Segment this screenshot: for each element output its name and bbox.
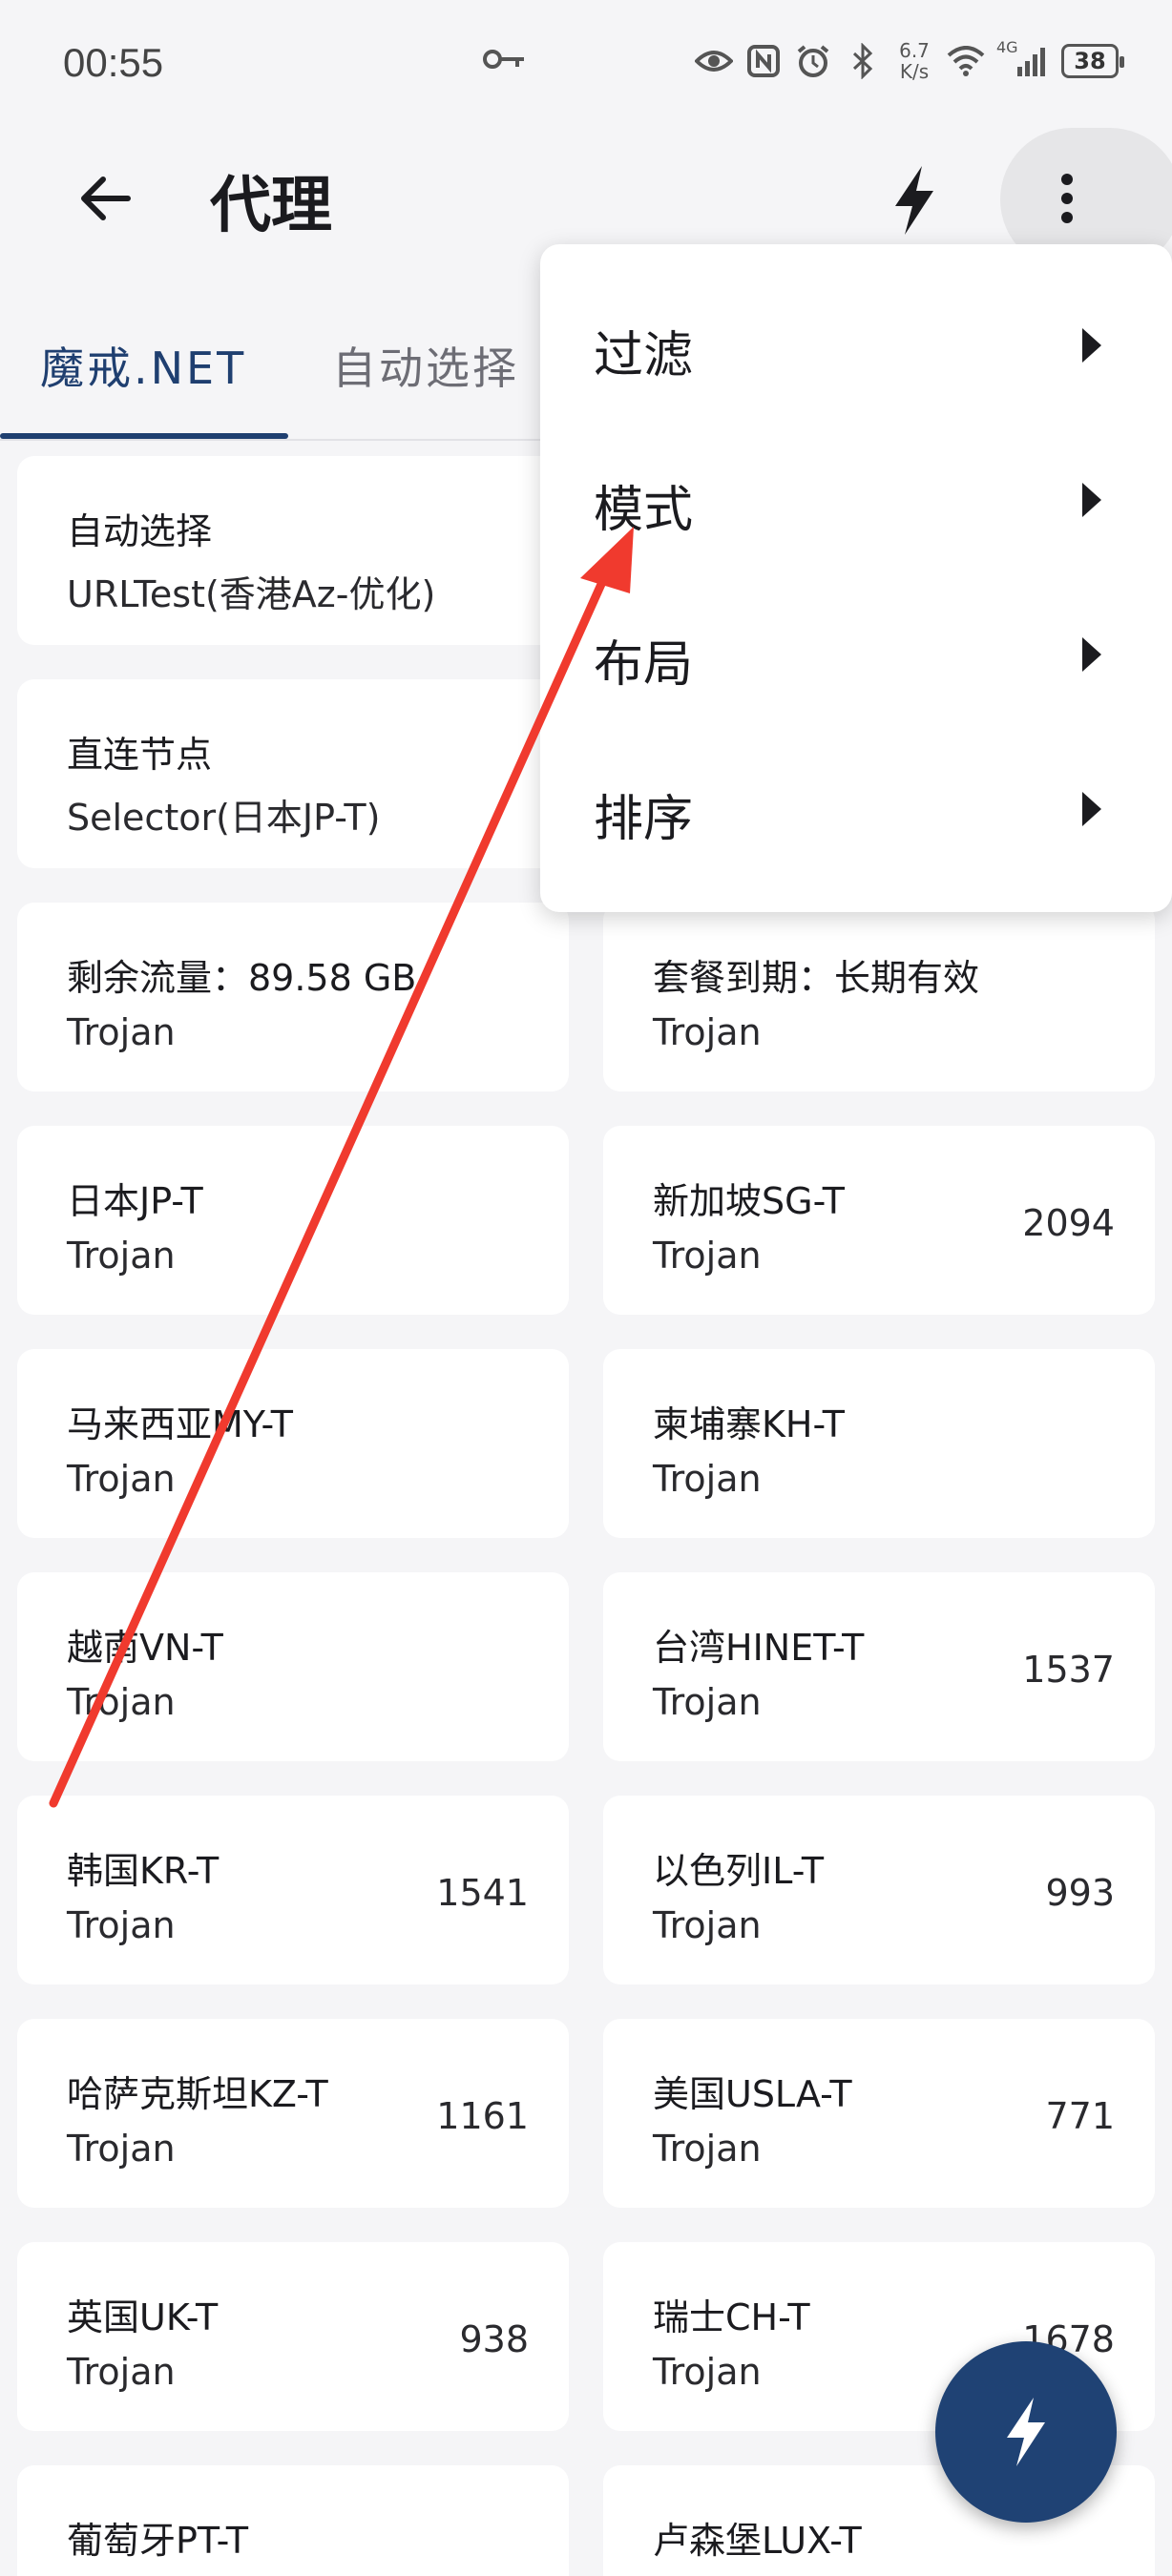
submenu-arrow-icon	[1082, 483, 1101, 517]
proxy-name: 套餐到期：长期有效	[653, 957, 980, 999]
proxy-card[interactable]: 韩国KR-T Trojan 1541	[17, 1796, 569, 1984]
proxy-name: 以色列IL-T	[653, 1850, 825, 1892]
proxy-card[interactable]: 新加坡SG-T Trojan 2094	[603, 1126, 1155, 1315]
test-delay-fab[interactable]	[935, 2341, 1117, 2523]
proxy-name: 新加坡SG-T	[653, 1180, 846, 1222]
proxy-name: 卢森堡LUX-T	[653, 2520, 862, 2562]
proxy-name: 哈萨克斯坦KZ-T	[67, 2073, 328, 2115]
proxy-type: Trojan	[653, 2351, 762, 2393]
proxy-delay: 1161	[436, 2095, 529, 2137]
proxy-type: Trojan	[67, 1904, 176, 1946]
proxy-delay: 1541	[436, 1872, 529, 1914]
proxy-name: 韩国KR-T	[67, 1850, 220, 1892]
proxy-name: 美国USLA-T	[653, 2073, 852, 2115]
menu-item-sort[interactable]: 排序	[540, 727, 1172, 882]
proxy-name: 英国UK-T	[67, 2296, 219, 2338]
proxy-type: Selector(日本JP-T)	[67, 797, 381, 839]
proxy-delay: 1537	[1022, 1649, 1115, 1691]
proxy-type: Trojan	[67, 2128, 176, 2170]
proxy-card[interactable]: 马来西亚MY-T Trojan	[17, 1349, 569, 1538]
menu-item-label: 布局	[594, 636, 694, 694]
submenu-arrow-icon	[1082, 637, 1101, 672]
menu-item-mode[interactable]: 模式	[540, 418, 1172, 572]
proxy-name: 直连节点	[67, 734, 213, 776]
proxy-name: 马来西亚MY-T	[67, 1403, 293, 1445]
proxy-name: 台湾HINET-T	[653, 1627, 865, 1669]
proxy-card[interactable]: 以色列IL-T Trojan 993	[603, 1796, 1155, 1984]
proxy-type: Trojan	[67, 1458, 176, 1500]
proxy-card[interactable]: 柬埔寨KH-T Trojan	[603, 1349, 1155, 1538]
menu-item-filter[interactable]: 过滤	[540, 263, 1172, 418]
proxy-name: 柬埔寨KH-T	[653, 1403, 845, 1445]
proxy-name: 瑞士CH-T	[653, 2296, 810, 2338]
proxy-card[interactable]: 直连节点 Selector(日本JP-T)	[17, 679, 569, 868]
proxy-name: 越南VN-T	[67, 1627, 223, 1669]
proxy-type: Trojan	[67, 2351, 176, 2393]
proxy-card[interactable]: 台湾HINET-T Trojan 1537	[603, 1572, 1155, 1761]
proxy-type: Trojan	[653, 2128, 762, 2170]
proxy-type: Trojan	[653, 1235, 762, 1277]
proxy-card[interactable]: 日本JP-T Trojan	[17, 1126, 569, 1315]
proxy-name: 剩余流量：89.58 GB	[67, 957, 417, 999]
proxy-type: Trojan	[67, 1681, 176, 1723]
submenu-arrow-icon	[1082, 328, 1101, 363]
menu-item-label: 模式	[594, 482, 694, 539]
proxy-type: URLTest(香港Az-优化)	[67, 573, 436, 615]
proxy-delay: 2094	[1022, 1202, 1115, 1244]
submenu-arrow-icon	[1082, 792, 1101, 826]
proxy-type: Trojan	[67, 1235, 176, 1277]
proxy-card[interactable]: 剩余流量：89.58 GB Trojan	[17, 903, 569, 1091]
menu-item-layout[interactable]: 布局	[540, 572, 1172, 727]
proxy-name: 日本JP-T	[67, 1180, 203, 1222]
proxy-name: 自动选择	[67, 510, 213, 552]
proxy-card[interactable]: 自动选择 URLTest(香港Az-优化)	[17, 456, 569, 645]
proxy-card[interactable]: 美国USLA-T Trojan 771	[603, 2019, 1155, 2208]
proxy-card[interactable]: 葡萄牙PT-T	[17, 2465, 569, 2576]
proxy-type: Trojan	[653, 1458, 762, 1500]
proxy-type: Trojan	[653, 1011, 762, 1053]
proxy-type: Trojan	[67, 1011, 176, 1053]
proxy-type: Trojan	[653, 1904, 762, 1946]
menu-item-label: 过滤	[594, 327, 694, 384]
bolt-icon	[1007, 2398, 1045, 2466]
proxy-delay: 993	[1045, 1872, 1115, 1914]
proxy-card[interactable]: 哈萨克斯坦KZ-T Trojan 1161	[17, 2019, 569, 2208]
proxy-card[interactable]: 英国UK-T Trojan 938	[17, 2242, 569, 2431]
proxy-name: 葡萄牙PT-T	[67, 2520, 249, 2562]
proxy-type: Trojan	[653, 1681, 762, 1723]
menu-item-label: 排序	[594, 791, 694, 848]
proxy-card[interactable]: 套餐到期：长期有效 Trojan	[603, 903, 1155, 1091]
proxy-delay: 938	[459, 2318, 529, 2360]
proxy-card[interactable]: 越南VN-T Trojan	[17, 1572, 569, 1761]
proxy-delay: 771	[1045, 2095, 1115, 2137]
overflow-menu: 过滤 模式 布局 排序	[540, 244, 1172, 912]
